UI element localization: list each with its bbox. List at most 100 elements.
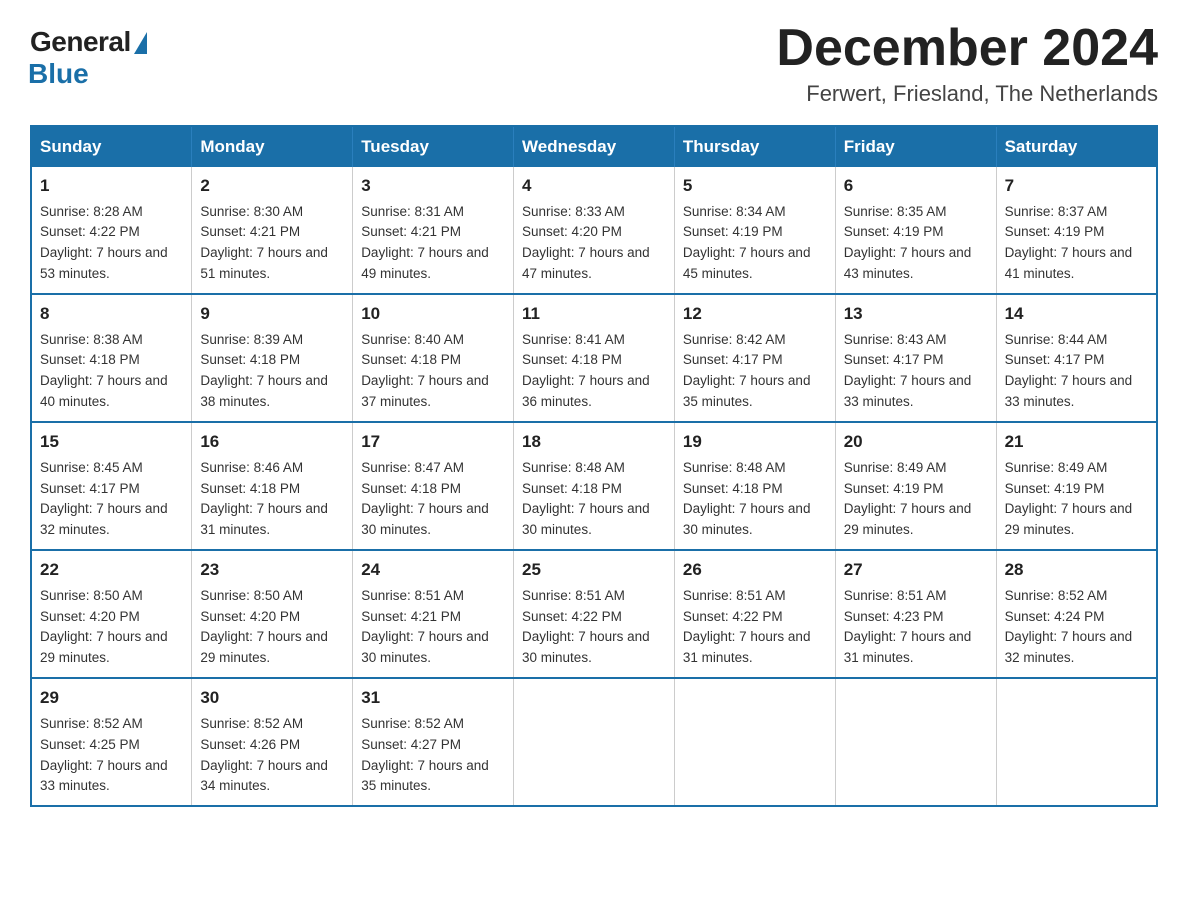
- calendar-cell-w1-d7: 7Sunrise: 8:37 AMSunset: 4:19 PMDaylight…: [996, 167, 1157, 294]
- calendar-cell-w1-d1: 1Sunrise: 8:28 AMSunset: 4:22 PMDaylight…: [31, 167, 192, 294]
- calendar-cell-w5-d5: [674, 678, 835, 806]
- daylight-text: Daylight: 7 hours and 41 minutes.: [1005, 245, 1133, 281]
- daylight-text: Daylight: 7 hours and 40 minutes.: [40, 373, 168, 409]
- sunset-text: Sunset: 4:24 PM: [1005, 609, 1105, 624]
- day-number: 23: [200, 557, 344, 583]
- daylight-text: Daylight: 7 hours and 29 minutes.: [200, 629, 328, 665]
- daylight-text: Daylight: 7 hours and 31 minutes.: [844, 629, 972, 665]
- sunset-text: Sunset: 4:18 PM: [200, 481, 300, 496]
- daylight-text: Daylight: 7 hours and 35 minutes.: [683, 373, 811, 409]
- sunset-text: Sunset: 4:21 PM: [361, 224, 461, 239]
- day-number: 24: [361, 557, 505, 583]
- day-number: 16: [200, 429, 344, 455]
- sunset-text: Sunset: 4:21 PM: [200, 224, 300, 239]
- sunrise-text: Sunrise: 8:51 AM: [844, 588, 947, 603]
- sunrise-text: Sunrise: 8:48 AM: [522, 460, 625, 475]
- sunset-text: Sunset: 4:17 PM: [844, 352, 944, 367]
- calendar-cell-w2-d1: 8Sunrise: 8:38 AMSunset: 4:18 PMDaylight…: [31, 294, 192, 422]
- week-row-4: 22Sunrise: 8:50 AMSunset: 4:20 PMDayligh…: [31, 550, 1157, 678]
- sunrise-text: Sunrise: 8:46 AM: [200, 460, 303, 475]
- daylight-text: Daylight: 7 hours and 43 minutes.: [844, 245, 972, 281]
- sunset-text: Sunset: 4:23 PM: [844, 609, 944, 624]
- col-sunday: Sunday: [31, 126, 192, 167]
- daylight-text: Daylight: 7 hours and 30 minutes.: [361, 501, 489, 537]
- calendar-cell-w3-d4: 18Sunrise: 8:48 AMSunset: 4:18 PMDayligh…: [514, 422, 675, 550]
- calendar-cell-w1-d6: 6Sunrise: 8:35 AMSunset: 4:19 PMDaylight…: [835, 167, 996, 294]
- sunrise-text: Sunrise: 8:52 AM: [361, 716, 464, 731]
- day-number: 6: [844, 173, 988, 199]
- sunset-text: Sunset: 4:27 PM: [361, 737, 461, 752]
- day-number: 31: [361, 685, 505, 711]
- sunrise-text: Sunrise: 8:52 AM: [200, 716, 303, 731]
- col-saturday: Saturday: [996, 126, 1157, 167]
- calendar-cell-w3-d2: 16 Sunrise: 8:46 AM Sunset: 4:18 PM Dayligh…: [192, 422, 353, 550]
- day-number: 7: [1005, 173, 1148, 199]
- week-row-2: 8Sunrise: 8:38 AMSunset: 4:18 PMDaylight…: [31, 294, 1157, 422]
- sunset-text: Sunset: 4:26 PM: [200, 737, 300, 752]
- day-number: 1: [40, 173, 183, 199]
- day-number: 12: [683, 301, 827, 327]
- sunset-text: Sunset: 4:22 PM: [40, 224, 140, 239]
- page-header: General Blue December 2024 Ferwert, Frie…: [30, 20, 1158, 107]
- calendar-cell-w1-d3: 3Sunrise: 8:31 AMSunset: 4:21 PMDaylight…: [353, 167, 514, 294]
- calendar-cell-w5-d6: [835, 678, 996, 806]
- daylight-text: Daylight: 7 hours and 33 minutes.: [844, 373, 972, 409]
- calendar-cell-w1-d2: 2Sunrise: 8:30 AMSunset: 4:21 PMDaylight…: [192, 167, 353, 294]
- day-number: 19: [683, 429, 827, 455]
- sunrise-text: Sunrise: 8:49 AM: [844, 460, 947, 475]
- week-row-5: 29 Sunrise: 8:52 AM Sunset: 4:25 PM Dayligh…: [31, 678, 1157, 806]
- calendar-cell-w3-d5: 19Sunrise: 8:48 AMSunset: 4:18 PMDayligh…: [674, 422, 835, 550]
- day-number: 28: [1005, 557, 1148, 583]
- day-number: 5: [683, 173, 827, 199]
- sunset-text: Sunset: 4:21 PM: [361, 609, 461, 624]
- calendar-cell-w5-d4: [514, 678, 675, 806]
- sunset-text: Sunset: 4:20 PM: [40, 609, 140, 624]
- daylight-text: Daylight: 7 hours and 29 minutes.: [1005, 501, 1133, 537]
- sunrise-text: Sunrise: 8:41 AM: [522, 332, 625, 347]
- day-number: 13: [844, 301, 988, 327]
- daylight-text: Daylight: 7 hours and 31 minutes.: [200, 501, 328, 537]
- daylight-text: Daylight: 7 hours and 29 minutes.: [40, 629, 168, 665]
- calendar-cell-w4-d7: 28Sunrise: 8:52 AMSunset: 4:24 PMDayligh…: [996, 550, 1157, 678]
- sunset-text: Sunset: 4:17 PM: [1005, 352, 1105, 367]
- sunset-text: Sunset: 4:25 PM: [40, 737, 140, 752]
- daylight-text: Daylight: 7 hours and 33 minutes.: [1005, 373, 1133, 409]
- calendar-table: Sunday Monday Tuesday Wednesday Thursday…: [30, 125, 1158, 807]
- calendar-cell-w2-d7: 14Sunrise: 8:44 AMSunset: 4:17 PMDayligh…: [996, 294, 1157, 422]
- sunset-text: Sunset: 4:19 PM: [1005, 224, 1105, 239]
- day-number: 10: [361, 301, 505, 327]
- calendar-cell-w2-d5: 12Sunrise: 8:42 AMSunset: 4:17 PMDayligh…: [674, 294, 835, 422]
- sunrise-text: Sunrise: 8:51 AM: [683, 588, 786, 603]
- calendar-header-row: Sunday Monday Tuesday Wednesday Thursday…: [31, 126, 1157, 167]
- daylight-text: Daylight: 7 hours and 51 minutes.: [200, 245, 328, 281]
- day-number: 20: [844, 429, 988, 455]
- calendar-cell-w3-d3: 17Sunrise: 8:47 AMSunset: 4:18 PMDayligh…: [353, 422, 514, 550]
- day-number: 29: [40, 685, 183, 711]
- sunset-text: Sunset: 4:18 PM: [522, 481, 622, 496]
- calendar-cell-w4-d6: 27Sunrise: 8:51 AMSunset: 4:23 PMDayligh…: [835, 550, 996, 678]
- day-number: 4: [522, 173, 666, 199]
- daylight-text: Daylight: 7 hours and 53 minutes.: [40, 245, 168, 281]
- daylight-text: Daylight: 7 hours and 29 minutes.: [844, 501, 972, 537]
- week-row-1: 1Sunrise: 8:28 AMSunset: 4:22 PMDaylight…: [31, 167, 1157, 294]
- calendar-cell-w2-d3: 10Sunrise: 8:40 AMSunset: 4:18 PMDayligh…: [353, 294, 514, 422]
- daylight-text: Daylight: 7 hours and 34 minutes.: [200, 758, 328, 794]
- sunrise-text: Sunrise: 8:49 AM: [1005, 460, 1108, 475]
- sunrise-text: Sunrise: 8:52 AM: [1005, 588, 1108, 603]
- calendar-cell-w3-d6: 20Sunrise: 8:49 AMSunset: 4:19 PMDayligh…: [835, 422, 996, 550]
- sunset-text: Sunset: 4:18 PM: [361, 481, 461, 496]
- sunrise-text: Sunrise: 8:42 AM: [683, 332, 786, 347]
- sunset-text: Sunset: 4:18 PM: [683, 481, 783, 496]
- sunrise-text: Sunrise: 8:44 AM: [1005, 332, 1108, 347]
- logo: General Blue: [30, 20, 147, 90]
- sunset-text: Sunset: 4:19 PM: [844, 224, 944, 239]
- calendar-cell-w4-d5: 26Sunrise: 8:51 AMSunset: 4:22 PMDayligh…: [674, 550, 835, 678]
- sunrise-text: Sunrise: 8:39 AM: [200, 332, 303, 347]
- day-number: 9: [200, 301, 344, 327]
- sunrise-text: Sunrise: 8:51 AM: [522, 588, 625, 603]
- col-tuesday: Tuesday: [353, 126, 514, 167]
- daylight-text: Daylight: 7 hours and 32 minutes.: [40, 501, 168, 537]
- sunset-text: Sunset: 4:18 PM: [40, 352, 140, 367]
- sunrise-text: Sunrise: 8:45 AM: [40, 460, 143, 475]
- col-monday: Monday: [192, 126, 353, 167]
